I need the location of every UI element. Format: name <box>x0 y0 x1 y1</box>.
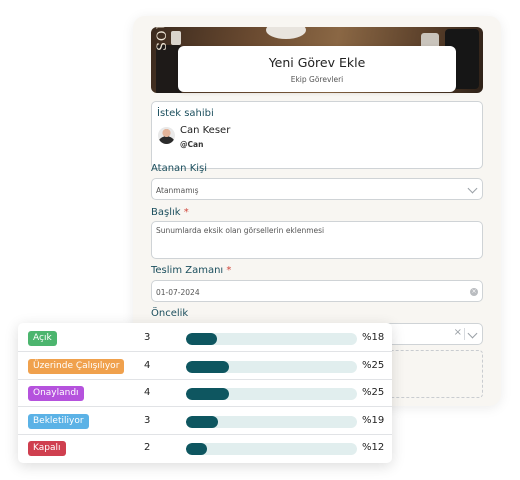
status-percent: %25 <box>362 387 385 398</box>
status-count: 2 <box>144 442 151 453</box>
clear-date-icon[interactable]: × <box>470 288 478 296</box>
clear-icon[interactable]: × <box>454 327 462 338</box>
status-percent: %25 <box>362 359 385 371</box>
status-count: 4 <box>144 359 151 371</box>
title-input[interactable]: Sunumlarda eksik olan görsellerin eklenm… <box>151 221 483 259</box>
status-badge: Açık <box>28 331 57 346</box>
status-badge: Üzerinde Çalışılıyor <box>28 358 125 374</box>
assignee-value: Atanmamış <box>156 186 199 195</box>
status-summary-card: Açık 3 %18 Üzerinde Çalışılıyor 4 %25 Onayland… <box>18 323 392 463</box>
due-date-value: 01-07-2024 <box>156 288 200 297</box>
title-label-text: Başlık <box>151 207 181 218</box>
status-percent: %19 <box>362 414 385 426</box>
status-progress-bar <box>186 333 357 345</box>
status-progress-fill <box>186 443 207 455</box>
status-count: 4 <box>144 387 151 398</box>
status-progress-fill <box>186 415 219 428</box>
status-progress-bar <box>186 443 357 455</box>
status-badge: Onaylandı <box>28 386 84 401</box>
requester-box: İstek sahibi Can Keser @Can <box>151 101 483 169</box>
status-progress-bar <box>186 388 357 400</box>
chevron-down-icon[interactable] <box>467 183 478 194</box>
form-subtitle: Ekip Görevleri <box>290 75 344 84</box>
due-date-label: Teslim Zamanı * <box>151 265 231 276</box>
chevron-down-icon[interactable] <box>467 328 478 339</box>
status-row: Bekletiliyor 3 %19 <box>18 408 392 435</box>
status-progress-fill <box>186 388 229 400</box>
status-row: Üzerinde Çalışılıyor 4 %25 <box>18 353 392 380</box>
status-percent: %18 <box>362 332 385 343</box>
status-row: Kapalı 2 %12 <box>18 435 392 462</box>
status-progress-fill <box>186 333 217 345</box>
requester-name: Can Keser <box>180 125 231 136</box>
title-value: Sunumlarda eksik olan görsellerin eklenm… <box>156 226 325 235</box>
required-mark: * <box>183 207 189 218</box>
required-mark: * <box>226 265 232 276</box>
desk-object <box>171 31 181 45</box>
assignee-label: Atanan Kişi <box>151 163 208 174</box>
avatar <box>158 127 175 144</box>
status-row: Onaylandı 4 %25 <box>18 380 392 407</box>
assignee-select[interactable]: Atanmamış <box>151 178 483 200</box>
form-title-box: Yeni Görev Ekle Ekip Görevleri <box>178 46 456 92</box>
requester-label: İstek sahibi <box>157 108 214 119</box>
status-badge: Kapalı <box>28 441 66 456</box>
header-image-text: SOU <box>155 27 170 51</box>
status-progress-bar <box>186 415 357 428</box>
status-count: 3 <box>144 414 151 426</box>
requester-handle: @Can <box>180 140 204 149</box>
status-badge: Bekletiliyor <box>28 413 89 429</box>
due-date-input[interactable]: 01-07-2024 × <box>151 280 483 302</box>
status-percent: %12 <box>362 442 385 453</box>
status-count: 3 <box>144 332 151 343</box>
desk-object <box>266 27 306 39</box>
title-label: Başlık * <box>151 207 189 218</box>
priority-label: Öncelik <box>151 308 189 319</box>
status-row: Açık 3 %18 <box>18 325 392 352</box>
status-progress-bar <box>186 360 357 373</box>
status-progress-fill <box>186 360 229 373</box>
select-divider <box>464 328 465 340</box>
form-title: Yeni Görev Ekle <box>268 55 366 70</box>
due-date-label-text: Teslim Zamanı <box>151 265 224 276</box>
